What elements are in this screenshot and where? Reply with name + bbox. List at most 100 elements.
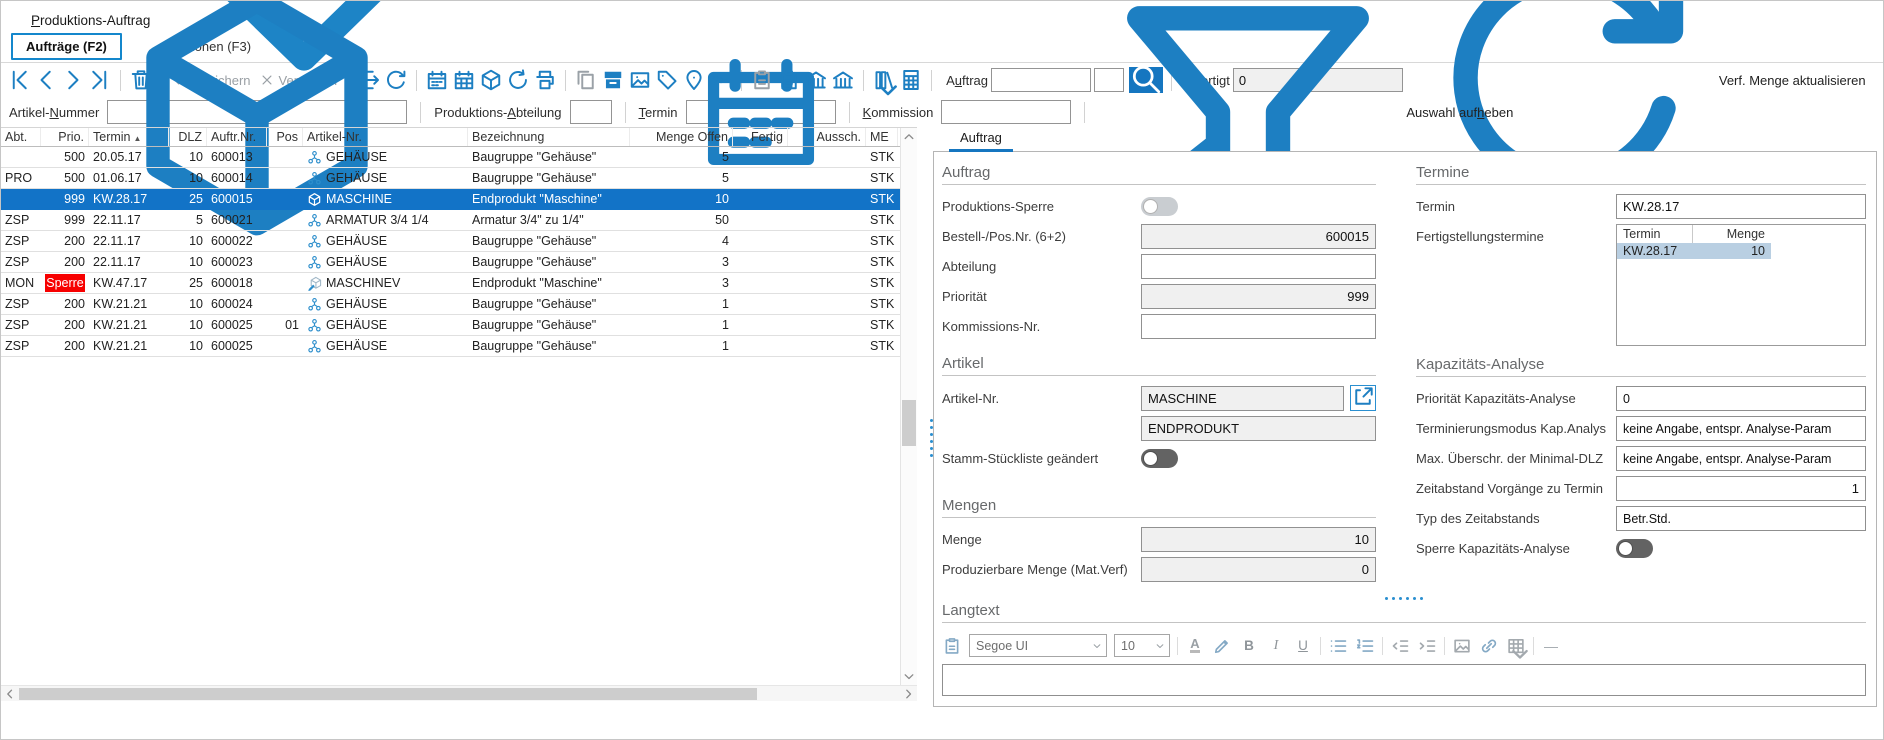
cell-prio[interactable]: 200	[41, 231, 89, 251]
produktions-abteilung-input[interactable]	[570, 100, 612, 124]
cell-abt[interactable]: ZSP	[1, 336, 41, 356]
cell-bezeichnung[interactable]: Baugruppe "Gehäuse"	[468, 168, 630, 188]
photo-icon[interactable]	[628, 68, 652, 92]
cell-aussch[interactable]	[788, 273, 866, 293]
cell-bezeichnung[interactable]: Baugruppe "Gehäuse"	[468, 252, 630, 272]
product-out-icon[interactable]	[479, 68, 503, 92]
scroll-down-icon[interactable]	[901, 668, 917, 685]
nav-last-icon[interactable]	[88, 68, 112, 92]
cell-pos[interactable]	[267, 168, 303, 188]
cell-pos[interactable]	[267, 189, 303, 209]
copy-document-icon[interactable]	[574, 68, 598, 92]
cell-me[interactable]: STK	[866, 231, 898, 251]
bullet-list-icon[interactable]	[1328, 634, 1348, 658]
nav-prev-icon[interactable]	[34, 68, 58, 92]
underline-icon[interactable]: U	[1293, 634, 1313, 658]
cell-pos[interactable]: 01	[267, 315, 303, 335]
calendar-week-icon[interactable]	[425, 68, 449, 92]
bestell-pos-nr-field[interactable]: 600015	[1141, 224, 1376, 249]
cell-dlz[interactable]: 10	[169, 147, 207, 167]
column-header-artikel_nr[interactable]: Artikel-Nr.	[303, 128, 468, 146]
cell-prio[interactable]: Sperre	[41, 273, 89, 293]
calculator-settings-icon[interactable]	[899, 68, 923, 92]
cell-menge_offen[interactable]: 3	[630, 273, 733, 293]
cell-aussch[interactable]	[788, 147, 866, 167]
cell-pos[interactable]	[267, 147, 303, 167]
cell-artikel_nr[interactable]: MASCHINEV	[303, 273, 468, 293]
cell-termin[interactable]: KW.21.21	[89, 336, 169, 356]
zeitabstand-field[interactable]: 1	[1616, 476, 1866, 501]
column-header-termin[interactable]: Termin▲	[89, 128, 169, 146]
cell-termin[interactable]: KW.28.17	[1617, 243, 1693, 259]
langtext-textarea[interactable]	[942, 664, 1866, 696]
cell-abt[interactable]: ZSP	[1, 294, 41, 314]
scroll-right-icon[interactable]	[900, 686, 917, 702]
cut-question-icon[interactable]: ?✂	[709, 68, 733, 92]
warehouse-alt-icon[interactable]	[831, 68, 855, 92]
table-row[interactable]: ZSP200KW.21.2110600024GEHÄUSEBaugruppe "…	[1, 294, 900, 315]
prio-kap-select[interactable]: 0	[1616, 386, 1866, 411]
cell-me[interactable]: STK	[866, 147, 898, 167]
cell-auftr_nr[interactable]: 600022	[207, 231, 267, 251]
cell-auftr_nr[interactable]: 600025	[207, 315, 267, 335]
cell-dlz[interactable]: 10	[169, 252, 207, 272]
image-icon[interactable]	[1452, 634, 1472, 658]
cell-auftr_nr[interactable]: 600014	[207, 168, 267, 188]
cell-dlz[interactable]: 25	[169, 273, 207, 293]
cell-aussch[interactable]	[788, 315, 866, 335]
cell-prio[interactable]: 999	[41, 189, 89, 209]
cell-prio[interactable]: 500	[41, 147, 89, 167]
cell-bezeichnung[interactable]: Baugruppe "Gehäuse"	[468, 147, 630, 167]
cell-abt[interactable]: ZSP	[1, 315, 41, 335]
cell-bezeichnung[interactable]: Baugruppe "Gehäuse"	[468, 336, 630, 356]
cell-prio[interactable]: 500	[41, 168, 89, 188]
cell-termin[interactable]: 20.05.17	[89, 147, 169, 167]
menge-field[interactable]: 10	[1141, 527, 1376, 552]
cell-menge_offen[interactable]: 5	[630, 168, 733, 188]
horizontal-scrollbar-thumb[interactable]	[19, 688, 757, 700]
cell-bezeichnung[interactable]: Baugruppe "Gehäuse"	[468, 315, 630, 335]
nav-next-icon[interactable]	[61, 68, 85, 92]
cell-me[interactable]: STK	[866, 168, 898, 188]
termin-field[interactable]: KW.28.17	[1616, 194, 1866, 219]
table-row[interactable]: 50020.05.1710600013GEHÄUSEBaugruppe "Geh…	[1, 147, 900, 168]
cell-abt[interactable]	[1, 147, 41, 167]
table-row[interactable]: ZSP200KW.21.211060002501GEHÄUSEBaugruppe…	[1, 315, 900, 336]
vertical-scrollbar[interactable]	[900, 128, 917, 685]
link-icon[interactable]	[1479, 634, 1499, 658]
cell-fertig[interactable]	[733, 336, 788, 356]
cell-termin[interactable]: 22.11.17	[89, 252, 169, 272]
cell-aussch[interactable]	[788, 252, 866, 272]
cell-bezeichnung[interactable]: Armatur 3/4" zu 1/4"	[468, 210, 630, 230]
cell-prio[interactable]: 200	[41, 294, 89, 314]
cell-prio[interactable]: 200	[41, 252, 89, 272]
cell-artikel_nr[interactable]: GEHÄUSE	[303, 315, 468, 335]
produzierbare-menge-field[interactable]: 0	[1141, 557, 1376, 582]
sperre-kap-toggle[interactable]	[1616, 539, 1653, 558]
column-header-bezeichnung[interactable]: Bezeichnung	[468, 128, 630, 146]
column-header-me[interactable]: ME	[866, 128, 898, 146]
column-header-pos[interactable]: Pos	[267, 128, 303, 146]
cell-prio[interactable]: 999	[41, 210, 89, 230]
cell-menge_offen[interactable]: 1	[630, 315, 733, 335]
scroll-up-icon[interactable]	[901, 128, 917, 145]
column-header-auftr_nr[interactable]: Auftr.Nr.	[207, 128, 267, 146]
cell-abt[interactable]: ZSP	[1, 231, 41, 251]
font-family-select[interactable]: Segoe UI	[969, 634, 1107, 657]
cell-menge_offen[interactable]: 1	[630, 336, 733, 356]
cell-dlz[interactable]: 10	[169, 168, 207, 188]
cell-me[interactable]: STK	[866, 273, 898, 293]
cell-fertig[interactable]	[733, 168, 788, 188]
paste-document-icon[interactable]	[750, 68, 774, 92]
artikel-bezeichnung-field[interactable]: ENDPRODUKT	[1141, 416, 1376, 441]
table-row[interactable]: 999KW.28.1725600015MASCHINEEndprodukt "M…	[1, 189, 900, 210]
font-size-select[interactable]: 10	[1114, 634, 1170, 657]
cell-menge_offen[interactable]: 4	[630, 231, 733, 251]
cell-me[interactable]: STK	[866, 294, 898, 314]
vertical-scrollbar-thumb[interactable]	[902, 400, 916, 446]
cell-menge_offen[interactable]: 5	[630, 147, 733, 167]
cell-auftr_nr[interactable]: 600021	[207, 210, 267, 230]
max-ueberschr-select[interactable]: keine Angabe, entspr. Analyse-Param	[1616, 446, 1866, 471]
cell-pos[interactable]	[267, 252, 303, 272]
warehouse-icon[interactable]	[804, 68, 828, 92]
